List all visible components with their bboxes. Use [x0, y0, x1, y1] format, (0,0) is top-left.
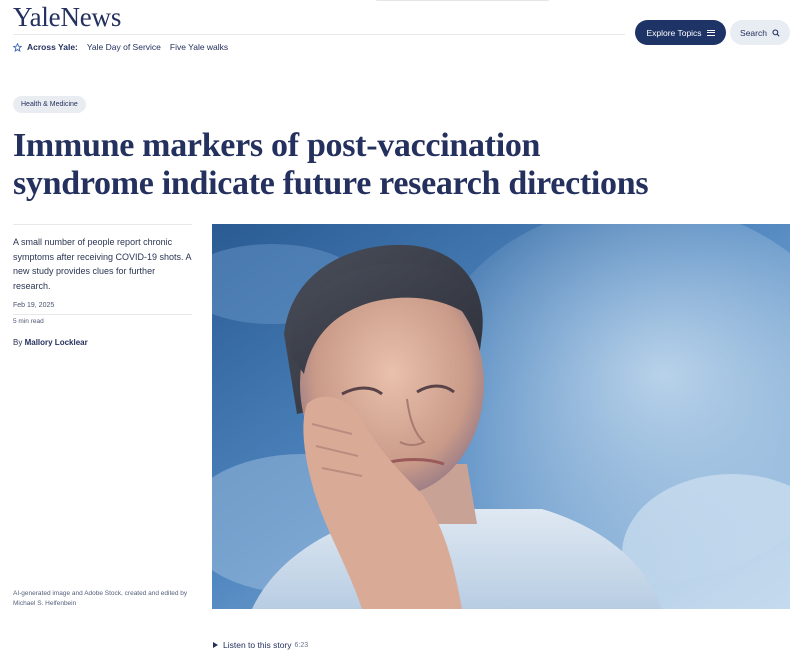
explore-topics-label: Explore Topics [646, 27, 702, 38]
read-time: 5 min read [13, 318, 44, 325]
browser-overlay-bar [375, 0, 550, 1]
star-icon [13, 42, 22, 52]
listen-label: Listen to this story [223, 640, 292, 650]
menu-icon [706, 29, 715, 36]
headline-line-1: Immune markers of post-vaccination [13, 127, 541, 164]
listen-to-story-button[interactable]: Listen to this story 6:23 [213, 640, 308, 650]
image-caption: AI-generated image and Adobe Stock, crea… [13, 590, 188, 607]
headline-line-2: syndrome indicate future research direct… [13, 165, 649, 202]
sidebar-divider-mid [13, 314, 192, 315]
search-label: Search [740, 27, 767, 38]
byline-prefix: By [13, 338, 23, 347]
search-button[interactable]: Search [730, 20, 790, 45]
play-icon [213, 642, 218, 648]
explore-topics-button[interactable]: Explore Topics [635, 20, 726, 45]
sidebar-divider-top [13, 224, 192, 225]
article-headline: Immune markers of post-vaccination syndr… [13, 127, 653, 203]
across-link-yale-walks[interactable]: Five Yale walks [170, 42, 228, 52]
author-link[interactable]: Mallory Locklear [25, 338, 88, 347]
article-summary: A small number of people report chronic … [13, 237, 192, 291]
publish-date: Feb 19, 2025 [13, 302, 55, 309]
across-link-day-of-service[interactable]: Yale Day of Service [87, 42, 161, 52]
byline: By Mallory Locklear [13, 338, 88, 347]
site-logo[interactable]: YaleNews [13, 2, 121, 33]
hero-image [212, 224, 790, 609]
across-yale-nav: Across Yale: Yale Day of Service Five Ya… [13, 42, 237, 52]
category-tag[interactable]: Health & Medicine [13, 96, 86, 113]
across-yale-label: Across Yale: [27, 42, 78, 52]
search-icon [772, 28, 780, 37]
header-divider [13, 34, 625, 35]
listen-duration: 6:23 [294, 641, 309, 649]
